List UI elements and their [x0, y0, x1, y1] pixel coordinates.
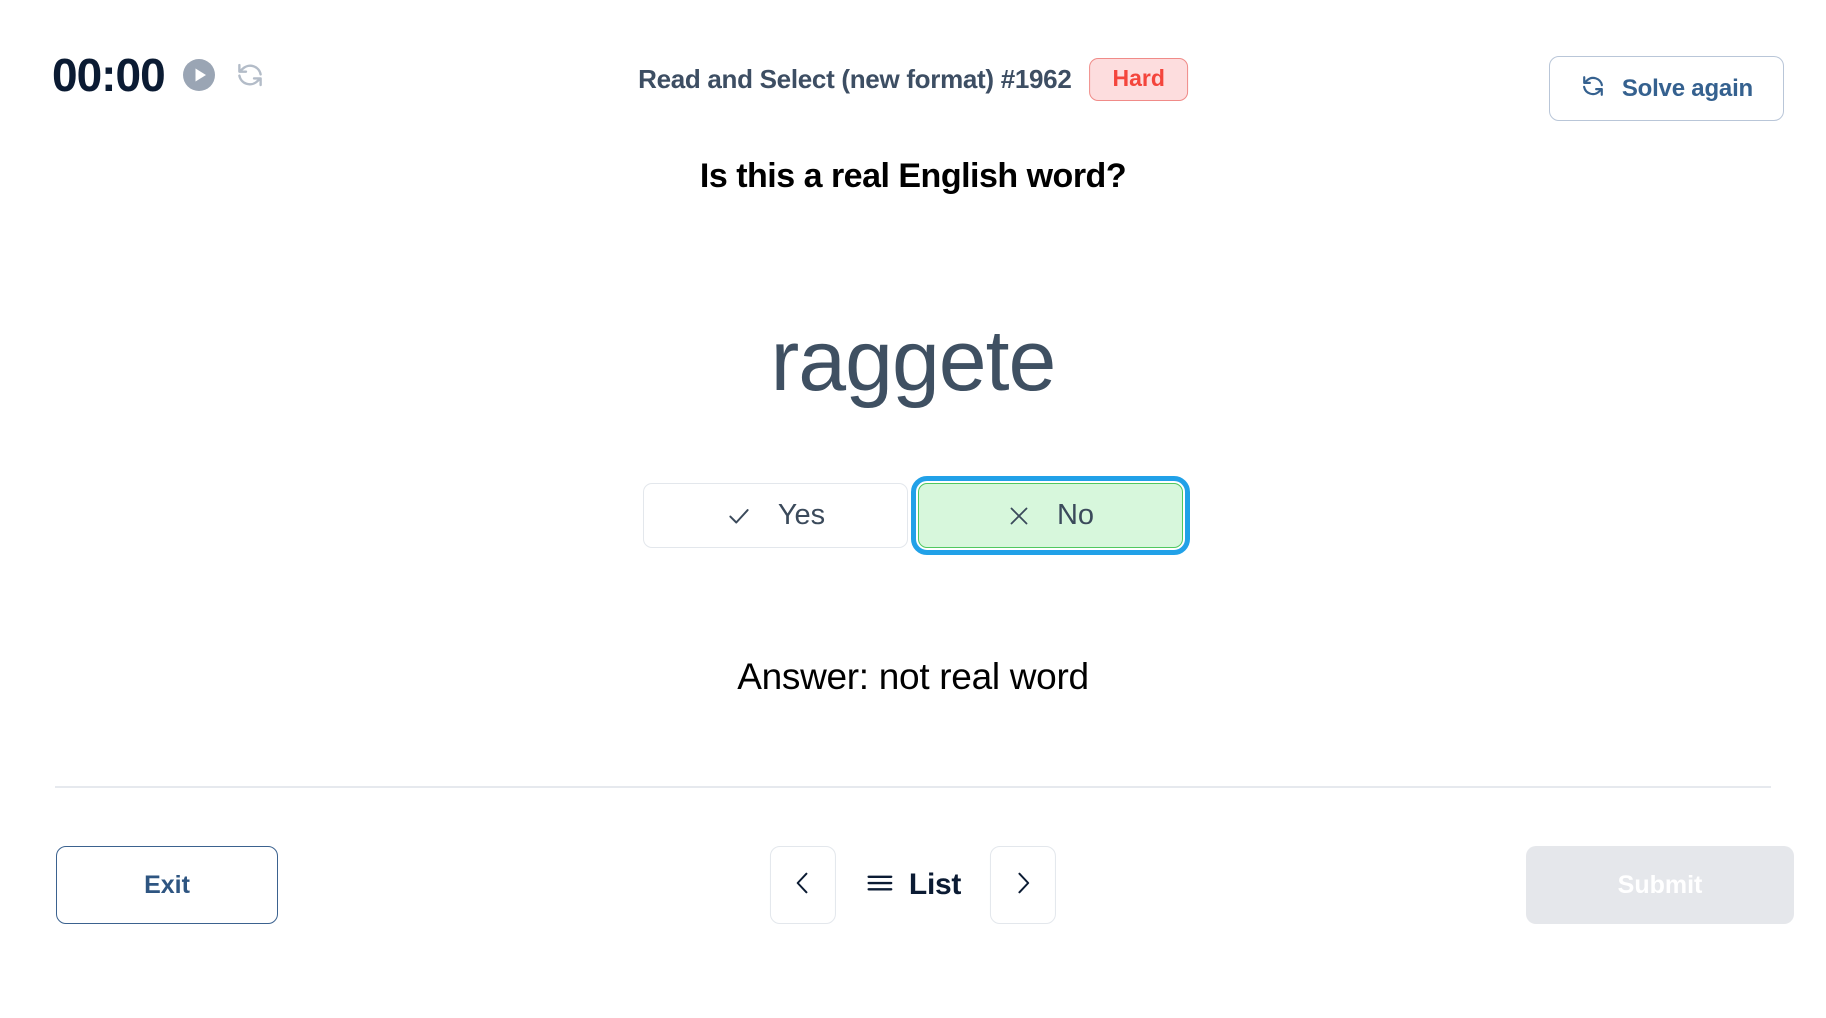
question-prompt: Is this a real English word?	[699, 157, 1127, 195]
refresh-icon	[1580, 73, 1606, 104]
next-button[interactable]	[990, 846, 1057, 924]
chevron-right-icon	[1009, 869, 1037, 902]
solve-again-button[interactable]: Solve again	[1548, 56, 1784, 121]
reload-icon[interactable]	[233, 58, 267, 92]
choice-no-button[interactable]: No	[911, 476, 1190, 555]
footer: Exit List Submit	[0, 832, 1826, 962]
exercise-title-group: Read and Select (new format) #1962 Hard	[638, 58, 1188, 101]
previous-button[interactable]	[769, 846, 836, 924]
choice-group: Yes No	[0, 476, 1826, 555]
play-circle-icon[interactable]	[182, 59, 215, 91]
footer-divider	[55, 786, 1771, 788]
choice-yes-button[interactable]: Yes	[643, 483, 908, 548]
exit-button[interactable]: Exit	[56, 846, 278, 924]
check-icon	[726, 503, 752, 529]
exercise-page: 00:00 Read and Select (new format) #1962…	[0, 0, 1826, 1018]
navigation-controls: List	[769, 846, 1057, 924]
list-button[interactable]: List	[853, 868, 973, 903]
target-word: raggete	[770, 313, 1057, 409]
timer-group: 00:00	[52, 52, 267, 98]
choice-no-label: No	[1056, 499, 1095, 531]
page-title: Read and Select (new format) #1962	[638, 64, 1072, 94]
answer-text: Answer: not real word	[737, 656, 1089, 697]
header: 00:00 Read and Select (new format) #1962…	[0, 0, 1826, 140]
solve-again-label: Solve again	[1621, 74, 1753, 102]
close-icon	[1007, 504, 1031, 528]
timer-display: 00:00	[52, 49, 166, 101]
difficulty-badge: Hard	[1089, 58, 1188, 101]
chevron-left-icon	[789, 869, 817, 902]
submit-button[interactable]: Submit	[1526, 846, 1794, 924]
choice-yes-label: Yes	[777, 499, 826, 531]
list-label: List	[908, 868, 962, 901]
hamburger-icon	[865, 868, 895, 903]
